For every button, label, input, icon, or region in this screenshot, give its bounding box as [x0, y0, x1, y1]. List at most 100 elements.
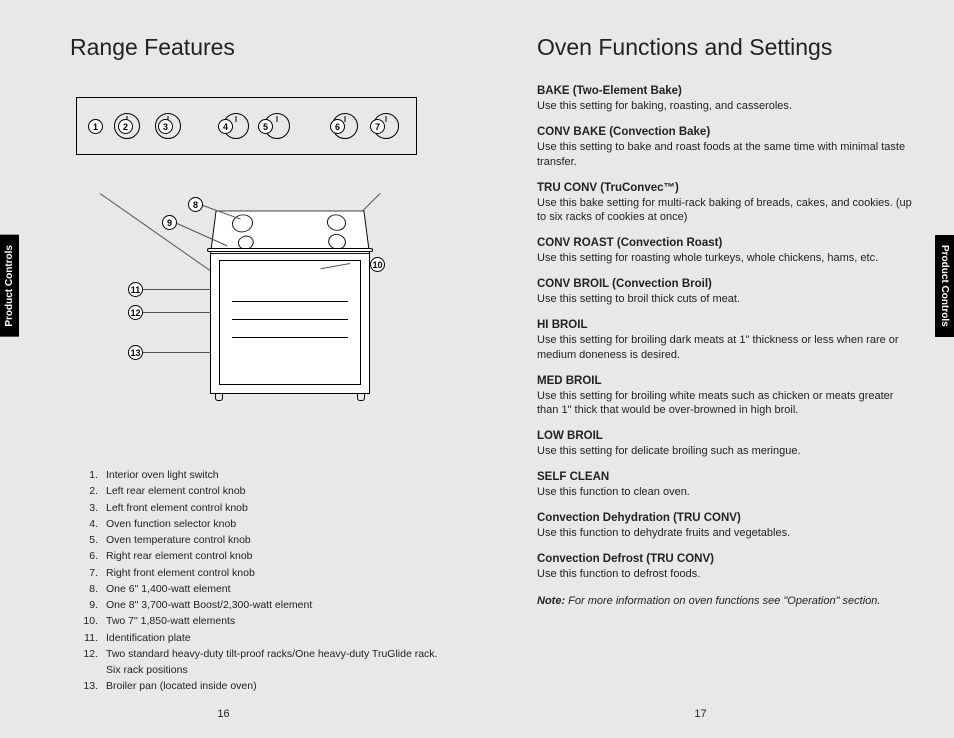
feature-list: 1. Interior oven light switch 2. Left rear … — [76, 467, 447, 695]
functions-note: Note: For more information on oven funct… — [537, 594, 914, 609]
function-heading: CONV BROIL (Convection Broil) — [537, 278, 914, 290]
feature-text: Broiler pan (located inside oven) — [106, 678, 447, 694]
function-description: Use this setting to broil thick cuts of … — [537, 292, 914, 307]
function-heading: HI BROIL — [537, 319, 914, 331]
note-text: For more information on oven functions s… — [565, 595, 880, 607]
function-description: Use this setting for broiling dark meats… — [537, 333, 914, 363]
feature-text: Oven function selector knob — [106, 516, 447, 532]
note-label: Note: — [537, 595, 565, 607]
function-section: HI BROIL Use this setting for broiling da… — [537, 319, 914, 363]
callout-10: 10 — [370, 257, 385, 272]
function-section: CONV BAKE (Convection Bake) Use this sett… — [537, 126, 914, 170]
feature-item: 12. Two standard heavy-duty tilt-proof ra… — [76, 646, 447, 679]
left-page-title: Range Features — [70, 34, 447, 61]
function-description: Use this setting to bake and roast foods… — [537, 140, 914, 170]
function-description: Use this function to dehydrate fruits an… — [537, 526, 914, 541]
feature-item: 3. Left front element control knob — [76, 500, 447, 516]
feature-text: Identification plate — [106, 630, 447, 646]
function-description: Use this function to clean oven. — [537, 485, 914, 500]
feature-text: One 8" 3,700-watt Boost/2,300-watt eleme… — [106, 597, 447, 613]
feature-number: 6. — [76, 548, 98, 564]
right-page: Product Controls Oven Functions and Sett… — [477, 0, 954, 738]
feature-item: 10. Two 7" 1,850-watt elements — [76, 613, 447, 629]
page-number-left: 16 — [217, 708, 229, 720]
callout-1: 1 — [88, 119, 103, 134]
feature-number: 13. — [76, 678, 98, 694]
oven-functions-sections: BAKE (Two-Element Bake) Use this setting … — [537, 85, 914, 609]
function-description: Use this setting for roasting whole turk… — [537, 251, 914, 266]
feature-number: 2. — [76, 483, 98, 499]
feature-item: 11. Identification plate — [76, 630, 447, 646]
function-section: LOW BROIL Use this setting for delicate b… — [537, 430, 914, 459]
feature-number: 1. — [76, 467, 98, 483]
callout-9: 9 — [162, 215, 177, 230]
feature-item: 8. One 6" 1,400-watt element — [76, 581, 447, 597]
feature-text: Two 7" 1,850-watt elements — [106, 613, 447, 629]
function-heading: TRU CONV (TruConvec™) — [537, 182, 914, 194]
function-description: Use this setting for delicate broiling s… — [537, 444, 914, 459]
function-heading: SELF CLEAN — [537, 471, 914, 483]
feature-number: 5. — [76, 532, 98, 548]
feature-text: Right rear element control knob — [106, 548, 447, 564]
function-heading: CONV BAKE (Convection Bake) — [537, 126, 914, 138]
function-description: Use this bake setting for multi-rack bak… — [537, 196, 914, 226]
function-heading: BAKE (Two-Element Bake) — [537, 85, 914, 97]
left-page: Product Controls Range Features 1 2 3 4 … — [0, 0, 477, 738]
feature-text: Left front element control knob — [106, 500, 447, 516]
function-heading: Convection Dehydration (TRU CONV) — [537, 512, 914, 524]
feature-item: 5. Oven temperature control knob — [76, 532, 447, 548]
function-description: Use this function to defrost foods. — [537, 567, 914, 582]
feature-number: 8. — [76, 581, 98, 597]
feature-item: 4. Oven function selector knob — [76, 516, 447, 532]
callout-13: 13 — [128, 345, 143, 360]
page-number-right: 17 — [694, 708, 706, 720]
feature-number: 12. — [76, 646, 98, 679]
function-section: TRU CONV (TruConvec™) Use this bake setti… — [537, 182, 914, 226]
range-illustration — [210, 202, 370, 392]
callout-6: 6 — [330, 119, 345, 134]
feature-text: Oven temperature control knob — [106, 532, 447, 548]
page-spread: Product Controls Range Features 1 2 3 4 … — [0, 0, 954, 738]
function-section: Convection Defrost (TRU CONV) Use this fu… — [537, 553, 914, 582]
side-tab-left: Product Controls — [0, 235, 19, 337]
function-heading: MED BROIL — [537, 375, 914, 387]
function-section: BAKE (Two-Element Bake) Use this setting … — [537, 85, 914, 114]
function-description: Use this setting for baking, roasting, a… — [537, 99, 914, 114]
feature-item: 9. One 8" 3,700-watt Boost/2,300-watt ele… — [76, 597, 447, 613]
feature-text: Right front element control knob — [106, 565, 447, 581]
feature-number: 4. — [76, 516, 98, 532]
function-section: MED BROIL Use this setting for broiling w… — [537, 375, 914, 419]
right-page-title: Oven Functions and Settings — [537, 34, 914, 61]
callout-8: 8 — [188, 197, 203, 212]
callout-12: 12 — [128, 305, 143, 320]
feature-text: Left rear element control knob — [106, 483, 447, 499]
callout-11: 11 — [128, 282, 143, 297]
feature-item: 7. Right front element control knob — [76, 565, 447, 581]
callout-2: 2 — [118, 119, 133, 134]
function-section: Convection Dehydration (TRU CONV) Use thi… — [537, 512, 914, 541]
feature-item: 2. Left rear element control knob — [76, 483, 447, 499]
feature-item: 13. Broiler pan (located inside oven) — [76, 678, 447, 694]
feature-number: 3. — [76, 500, 98, 516]
function-heading: LOW BROIL — [537, 430, 914, 442]
feature-number: 10. — [76, 613, 98, 629]
function-heading: CONV ROAST (Convection Roast) — [537, 237, 914, 249]
range-diagram: 1 2 3 4 5 6 7 — [70, 97, 447, 457]
feature-text: One 6" 1,400-watt element — [106, 581, 447, 597]
callout-4: 4 — [218, 119, 233, 134]
feature-number: 7. — [76, 565, 98, 581]
side-tab-right: Product Controls — [935, 235, 954, 337]
feature-number: 9. — [76, 597, 98, 613]
function-description: Use this setting for broiling white meat… — [537, 389, 914, 419]
function-section: CONV ROAST (Convection Roast) Use this se… — [537, 237, 914, 266]
function-heading: Convection Defrost (TRU CONV) — [537, 553, 914, 565]
feature-item: 1. Interior oven light switch — [76, 467, 447, 483]
function-section: SELF CLEAN Use this function to clean ove… — [537, 471, 914, 500]
function-section: CONV BROIL (Convection Broil) Use this se… — [537, 278, 914, 307]
callout-7: 7 — [370, 119, 385, 134]
feature-number: 11. — [76, 630, 98, 646]
feature-text: Two standard heavy-duty tilt-proof racks… — [106, 646, 447, 679]
callout-5: 5 — [258, 119, 273, 134]
feature-text: Interior oven light switch — [106, 467, 447, 483]
callout-3: 3 — [158, 119, 173, 134]
